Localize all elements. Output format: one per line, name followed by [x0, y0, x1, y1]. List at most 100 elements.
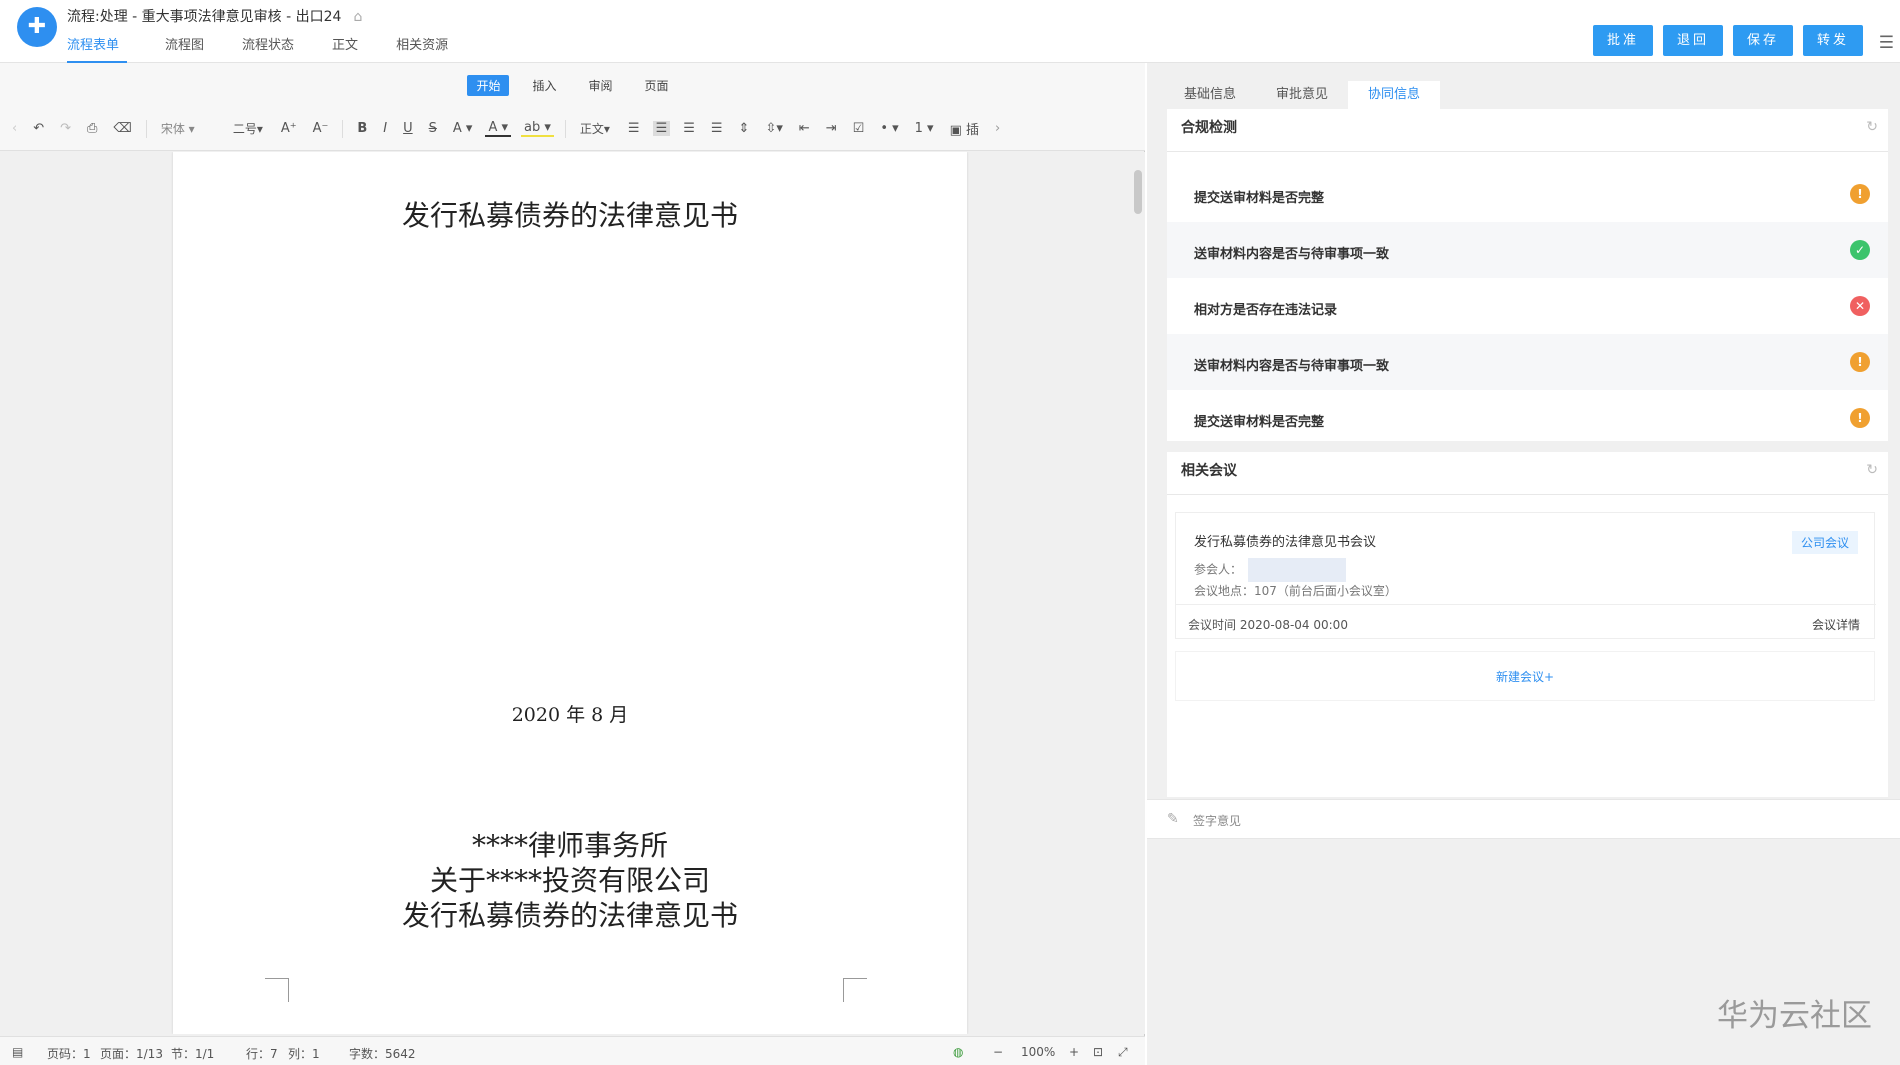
- tab-approval-opinion[interactable]: 审批意见: [1256, 81, 1348, 109]
- tab-basic-info[interactable]: 基础信息: [1164, 81, 1256, 109]
- check-icon: ✓: [1850, 240, 1870, 260]
- document-title: 发行私募债券的法律意见书: [401, 199, 738, 232]
- vertical-scrollbar[interactable]: [1134, 170, 1142, 214]
- menu-icon[interactable]: ☰: [1879, 33, 1894, 53]
- bold-icon[interactable]: B: [354, 121, 370, 136]
- font-family-select[interactable]: 宋体 ▾: [158, 120, 220, 137]
- ribbon-tab-review[interactable]: 审阅: [580, 75, 622, 96]
- refresh-icon[interactable]: ↻: [1866, 462, 1878, 478]
- align-left-icon[interactable]: ☰: [625, 121, 643, 136]
- ribbon-tab-start[interactable]: 开始: [467, 74, 510, 96]
- font-size-select[interactable]: 二号▾: [230, 120, 268, 137]
- fullscreen-icon[interactable]: ⤢: [1118, 1045, 1128, 1060]
- font-size-value: 二号: [232, 122, 257, 136]
- compliance-item: 相对方是否存在违法记录 ✕: [1167, 278, 1888, 334]
- compliance-item: 提交送审材料是否完整 !: [1167, 166, 1888, 222]
- meeting-location: 会议地点：107（前台后面小会议室）: [1194, 584, 1397, 598]
- signature-opinion-bar[interactable]: ✎ 签字意见: [1147, 799, 1900, 839]
- compliance-list: 提交送审材料是否完整 ! 送审材料内容是否与待审事项一致 ✓ 相对方是否存在违法…: [1167, 152, 1888, 446]
- insert-menu[interactable]: ▣ 插: [947, 119, 982, 138]
- text-effect-icon[interactable]: A ▾: [450, 121, 476, 136]
- meeting-title: 发行私募债券的法律意见书会议: [1194, 535, 1377, 550]
- bullet-list-icon[interactable]: • ▾: [877, 121, 901, 136]
- format-painter-icon[interactable]: ⎙: [84, 121, 100, 136]
- font-grow-icon[interactable]: A⁺: [278, 121, 300, 136]
- meeting-participants: 参会人：: [1194, 558, 1347, 582]
- outdent-icon[interactable]: ⇤: [796, 121, 813, 136]
- insert-label: 插: [966, 123, 980, 138]
- approve-button[interactable]: 批准: [1593, 25, 1653, 56]
- status-bar: ▤ 页码：1 页面：1/13 节：1/1 行：7 列：1 字数：5642 ◍ −…: [0, 1036, 1145, 1065]
- margin-corner-mark: [265, 978, 289, 1002]
- refresh-icon[interactable]: ↻: [1866, 119, 1878, 135]
- compliance-item-label: 相对方是否存在违法记录: [1194, 303, 1338, 318]
- edit-icon: ✎: [1167, 811, 1179, 827]
- align-center-icon[interactable]: ☰: [652, 121, 671, 136]
- scroll-right-icon[interactable]: ›: [992, 121, 1003, 136]
- compliance-item-label: 送审材料内容是否与待审事项一致: [1194, 247, 1390, 262]
- redo-icon[interactable]: ↷: [57, 121, 74, 136]
- document-line: 关于****投资有限公司: [429, 864, 710, 897]
- margin-corner-mark: [843, 978, 867, 1002]
- tab-body-text[interactable]: 正文: [332, 36, 374, 63]
- zoom-out-icon[interactable]: −: [993, 1045, 1003, 1059]
- app-logo-icon: ✚: [17, 7, 57, 47]
- paragraph-style-value: 正文: [579, 122, 604, 136]
- window-title-text: 流程:处理 - 重大事项法律意见审核 - 出口24: [67, 9, 342, 25]
- warning-icon: !: [1850, 408, 1870, 428]
- font-shrink-icon[interactable]: A⁻: [310, 121, 332, 136]
- ribbon-tab-insert[interactable]: 插入: [523, 75, 565, 96]
- meeting-detail-link[interactable]: 会议详情: [1812, 616, 1860, 633]
- meeting-card[interactable]: 发行私募债券的法律意见书会议 公司会议 参会人： 会议地点：107（前台后面小会…: [1175, 512, 1876, 639]
- tab-collaboration-info[interactable]: 协同信息: [1348, 81, 1441, 109]
- paragraph-style-select[interactable]: 正文▾: [577, 120, 615, 137]
- compliance-item-label: 提交送审材料是否完整: [1194, 415, 1325, 430]
- underline-icon[interactable]: U: [400, 121, 416, 136]
- window-title: 流程:处理 - 重大事项法律意见审核 - 出口24 ⌂: [67, 6, 362, 26]
- align-justify-icon[interactable]: ☰: [708, 121, 726, 136]
- globe-icon[interactable]: ◍: [953, 1045, 963, 1059]
- font-color-icon[interactable]: A ▾: [485, 120, 512, 137]
- align-right-icon[interactable]: ☰: [680, 121, 698, 136]
- status-pages: 页面：1/13: [100, 1047, 163, 1061]
- zoom-level: 100%: [1021, 1045, 1056, 1059]
- main-tabs: 流程表单 流程图 流程状态 正文 相关资源: [67, 36, 486, 63]
- tab-related-resources[interactable]: 相关资源: [396, 36, 464, 63]
- warning-icon: !: [1850, 352, 1870, 372]
- forward-button[interactable]: 转发: [1803, 25, 1863, 56]
- strikethrough-icon[interactable]: S: [426, 121, 440, 136]
- checkbox-icon[interactable]: ☑: [850, 121, 868, 136]
- font-family-value: 宋体: [160, 122, 185, 136]
- numbered-list-icon[interactable]: 1 ▾: [912, 121, 937, 136]
- eraser-icon[interactable]: ⌫: [110, 121, 134, 136]
- return-button[interactable]: 退回: [1663, 25, 1723, 56]
- highlight-icon[interactable]: ab ▾: [521, 120, 554, 137]
- tab-flow-chart[interactable]: 流程图: [165, 36, 220, 63]
- document-canvas[interactable]: 发行私募债券的法律意见书 2020 年 8 月 ****律师事务所 关于****…: [0, 152, 1145, 1034]
- info-panel: 基础信息 审批意见 协同信息 合规检测 ↻ 提交送审材料是否完整 ! 送审材料内…: [1147, 63, 1900, 1065]
- undo-icon[interactable]: ↶: [30, 121, 47, 136]
- ribbon-tab-page[interactable]: 页面: [636, 75, 678, 96]
- tab-flow-status[interactable]: 流程状态: [242, 36, 310, 63]
- new-meeting-button[interactable]: 新建会议+: [1175, 651, 1875, 701]
- distribute-icon[interactable]: ⇕: [736, 121, 753, 136]
- compliance-item-label: 送审材料内容是否与待审事项一致: [1194, 359, 1390, 374]
- tab-flow-form[interactable]: 流程表单: [67, 36, 128, 63]
- action-buttons: 批准 退回 保存 转发: [1593, 25, 1863, 56]
- save-button[interactable]: 保存: [1733, 25, 1793, 56]
- meetings-header: 相关会议 ↻: [1167, 452, 1888, 495]
- error-icon: ✕: [1850, 296, 1870, 316]
- indent-icon[interactable]: ⇥: [823, 121, 840, 136]
- document-page[interactable]: 发行私募债券的法律意见书 2020 年 8 月 ****律师事务所 关于****…: [173, 152, 967, 1034]
- scroll-left-icon[interactable]: ‹: [9, 121, 20, 136]
- toolbar-divider: [564, 119, 566, 138]
- zoom-in-icon[interactable]: +: [1069, 1045, 1079, 1059]
- fit-page-icon[interactable]: ⊡: [1093, 1045, 1103, 1059]
- meeting-type-badge: 公司会议: [1791, 531, 1858, 554]
- italic-icon[interactable]: I: [380, 121, 390, 136]
- compliance-item-label: 提交送审材料是否完整: [1194, 191, 1325, 206]
- meetings-title: 相关会议: [1181, 463, 1237, 479]
- status-column: 列：1: [288, 1047, 320, 1061]
- line-spacing-icon[interactable]: ⇳▾: [762, 121, 785, 136]
- tag-icon[interactable]: ⌂: [353, 9, 362, 25]
